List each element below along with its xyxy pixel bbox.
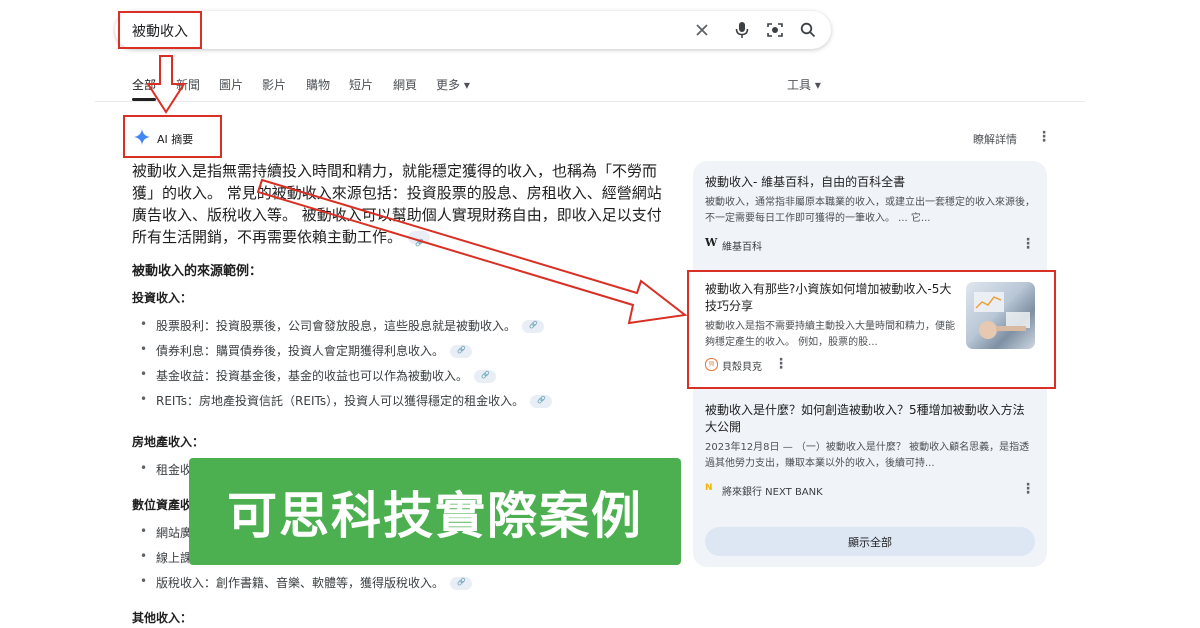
case-study-banner: 可思科技實際案例 xyxy=(189,458,681,565)
down-arrow-annotation xyxy=(146,55,186,114)
right-arrow-annotation xyxy=(256,178,688,325)
